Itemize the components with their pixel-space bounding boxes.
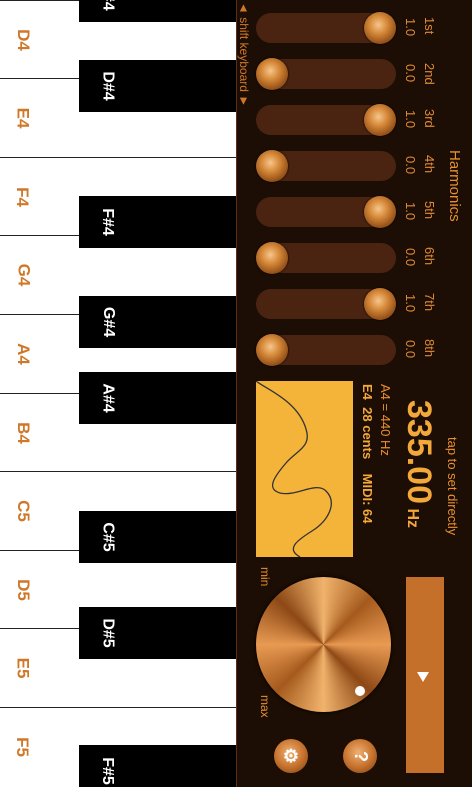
white-key-label: A4	[13, 342, 33, 365]
white-key-label: D5	[13, 578, 33, 601]
slider-knob[interactable]	[364, 12, 396, 44]
black-key-label: F#4	[98, 208, 116, 236]
slider-knob[interactable]	[364, 288, 396, 320]
harmonic-slider-3rd[interactable]	[256, 104, 396, 136]
black-key-label: A#4	[99, 383, 117, 413]
help-button[interactable]: ?	[343, 739, 377, 773]
dial-indicator	[355, 686, 365, 696]
harmonic-value: 1.0	[403, 18, 418, 37]
slider-knob[interactable]	[256, 150, 288, 182]
dial-max-label: max	[258, 695, 272, 718]
frequency-value: 335.00	[400, 400, 438, 504]
waveform-display	[255, 380, 353, 558]
shift-keyboard-label[interactable]: ◄ shift keyboard ►	[237, 2, 251, 107]
harmonic-value: 0.0	[403, 340, 418, 359]
white-key-label: E4	[13, 107, 33, 128]
black-key-label: D#4	[99, 71, 117, 101]
note-name: E4	[360, 384, 375, 400]
harmonic-name: 8th	[422, 339, 437, 358]
midi-value: MIDI: 64	[360, 473, 375, 524]
harmonic-value: 1.0	[403, 202, 418, 221]
cents-value: 28 cents	[360, 407, 375, 460]
black-key-label: C#5	[99, 522, 117, 552]
white-key-label: G4	[14, 263, 34, 286]
black-key-dsharp4[interactable]: D#4	[79, 60, 236, 112]
slider-knob[interactable]	[256, 334, 288, 366]
harmonic-slider-6th[interactable]	[256, 242, 396, 274]
play-tone-bar[interactable]	[406, 577, 444, 773]
black-key-asharp4[interactable]: A#4	[79, 372, 236, 424]
black-key-label: C#4	[99, 0, 117, 11]
harmonic-name: 1st	[422, 17, 437, 35]
harmonic-slider-2nd[interactable]	[256, 58, 396, 90]
harmonic-name: 4th	[422, 155, 437, 174]
black-key-fsharp5[interactable]: F#5	[79, 745, 236, 787]
tap-to-set-hint[interactable]: tap to set directly	[445, 437, 460, 535]
harmonic-slider-4th[interactable]	[256, 150, 396, 182]
white-key-label: D4	[13, 28, 33, 51]
frequency-dial[interactable]	[256, 577, 391, 712]
harmonic-name: 3rd	[422, 109, 437, 128]
white-key-label: E5	[13, 657, 33, 678]
harmonic-value: 0.0	[403, 156, 418, 175]
black-key-label: F#5	[98, 757, 116, 785]
white-key-label: B4	[13, 421, 33, 444]
harmonics-title: Harmonics	[446, 150, 463, 222]
reference-pitch: A4 = 440 Hz	[378, 384, 393, 456]
harmonic-slider-5th[interactable]	[256, 196, 396, 228]
harmonic-slider-7th[interactable]	[256, 288, 396, 320]
harmonic-slider-8th[interactable]	[256, 334, 396, 366]
harmonic-value: 1.0	[403, 294, 418, 313]
harmonic-value: 0.0	[403, 248, 418, 267]
black-key-fsharp4[interactable]: F#4	[79, 196, 236, 248]
waveform-line	[255, 380, 332, 558]
black-key-label: D#5	[99, 618, 117, 648]
black-key-csharp5[interactable]: C#5	[79, 511, 236, 563]
harmonic-name: 7th	[422, 293, 437, 312]
harmonic-value: 0.0	[403, 64, 418, 83]
slider-knob[interactable]	[364, 196, 396, 228]
slider-knob[interactable]	[256, 58, 288, 90]
note-readout: E4 28 cents MIDI: 64	[360, 384, 375, 523]
dial-min-label: min	[258, 567, 272, 587]
white-key-label: F4	[12, 186, 32, 207]
slider-knob[interactable]	[256, 242, 288, 274]
piano-keyboard[interactable]: D4 E4 F4 G4 A4 B4 C5 D5 E5 F5 C#4 D#4 F#4 G#4 A#4 C#5 D#…	[0, 0, 236, 787]
frequency-unit: Hz	[404, 508, 421, 529]
harmonic-value: 1.0	[403, 110, 418, 129]
white-key-label: F5	[12, 736, 32, 757]
question-icon: ?	[350, 750, 371, 762]
frequency-display[interactable]: 335.00 Hz	[399, 400, 438, 528]
harmonic-slider-1st[interactable]	[256, 12, 396, 44]
harmonic-name: 2nd	[422, 63, 437, 85]
harmonic-name: 6th	[422, 247, 437, 266]
black-key-label: G#4	[100, 306, 118, 338]
play-arrow-icon	[417, 672, 429, 682]
black-key-csharp4[interactable]: C#4	[79, 0, 236, 22]
waveform-plot	[255, 380, 332, 558]
gear-icon: ⚙	[282, 745, 300, 766]
black-key-dsharp5[interactable]: D#5	[79, 607, 236, 659]
white-key-label: C5	[13, 499, 33, 522]
black-key-gsharp4[interactable]: G#4	[79, 296, 236, 348]
settings-button[interactable]: ⚙	[274, 739, 308, 773]
slider-knob[interactable]	[364, 104, 396, 136]
harmonic-name: 5th	[422, 201, 437, 220]
